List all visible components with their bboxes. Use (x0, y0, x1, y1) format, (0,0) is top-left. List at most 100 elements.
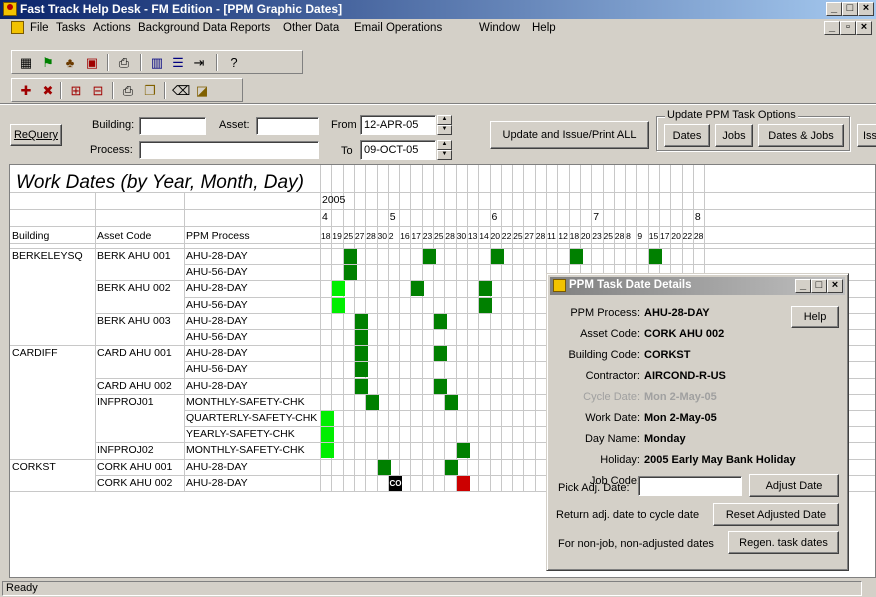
date-mark-lime[interactable] (321, 443, 334, 458)
date-mark-green[interactable] (355, 314, 368, 329)
menu-tasks[interactable]: Tasks (56, 22, 85, 34)
day-header: 28 (614, 231, 625, 241)
date-mark-green[interactable] (366, 395, 379, 410)
from-date-input[interactable]: 12-APR-05 (360, 115, 436, 135)
spin-down-icon[interactable]: ▼ (437, 125, 452, 135)
date-mark-green[interactable] (355, 346, 368, 361)
dialog-close-icon[interactable]: × (827, 279, 843, 293)
requery-button[interactable]: ReQuery (10, 124, 62, 146)
dialog-help-button[interactable]: Help (791, 306, 839, 328)
menu-background-data[interactable]: Background Data (138, 22, 227, 34)
minimize-icon[interactable]: _ (826, 2, 842, 16)
date-mark-green[interactable] (479, 281, 492, 296)
to-date-spinner[interactable]: ▲ ▼ (437, 140, 452, 160)
flag-icon[interactable]: ⚑ (40, 55, 56, 70)
holiday-value: 2005 Early May Bank Holiday (644, 454, 796, 466)
window-title: Fast Track Help Desk - FM Edition - [PPM… (20, 2, 343, 16)
day-header: 15 (648, 231, 659, 241)
doc-close-icon[interactable]: × (856, 21, 872, 35)
document-icon[interactable] (11, 21, 24, 34)
doc-restore-icon[interactable]: ▫ (840, 21, 856, 35)
paint-bucket-icon[interactable]: ◪ (194, 83, 210, 98)
pick-adj-date-input[interactable] (638, 476, 742, 496)
building-input[interactable] (139, 117, 206, 135)
columns-icon[interactable]: ▥ (149, 55, 165, 70)
date-mark-green[interactable] (423, 249, 436, 264)
jobs-button[interactable]: Jobs (715, 124, 753, 147)
date-mark-green[interactable] (378, 460, 391, 475)
date-mark-green[interactable] (344, 265, 357, 280)
spin-up-icon[interactable]: ▲ (437, 115, 452, 125)
regen-task-dates-button[interactable]: Regen. task dates (728, 531, 839, 554)
date-mark-green[interactable] (445, 460, 458, 475)
date-mark-green[interactable] (344, 249, 357, 264)
date-mark-green[interactable] (570, 249, 583, 264)
delete-record-icon[interactable]: ✖ (40, 83, 56, 98)
day-header: 2 (388, 231, 394, 241)
date-mark-green[interactable] (649, 249, 662, 264)
rows-icon[interactable]: ☰ (170, 55, 186, 70)
calendar-icon[interactable]: ▣ (84, 55, 100, 70)
date-mark-green[interactable] (457, 443, 470, 458)
spin-up-icon[interactable]: ▲ (437, 140, 452, 150)
date-mark-black[interactable]: CO (389, 476, 402, 491)
print-icon[interactable]: ⎙ (116, 55, 132, 70)
dialog-minimize-icon[interactable]: _ (795, 279, 811, 293)
date-mark-green[interactable] (445, 395, 458, 410)
menu-help[interactable]: Help (532, 22, 556, 34)
dates-button[interactable]: Dates (664, 124, 710, 147)
date-mark-green[interactable] (434, 314, 447, 329)
menu-window[interactable]: Window (479, 22, 520, 34)
dates-and-jobs-button[interactable]: Dates & Jobs (758, 124, 844, 147)
app-icon[interactable] (3, 2, 17, 16)
non-job-text: For non-job, non-adjusted dates (558, 538, 714, 550)
date-mark-green[interactable] (355, 379, 368, 394)
update-issue-print-all-button[interactable]: Update and Issue/Print ALL (490, 121, 649, 149)
exit-door-icon[interactable]: ⇥ (191, 55, 207, 70)
date-mark-green[interactable] (355, 362, 368, 377)
menu-reports[interactable]: Reports (230, 22, 270, 34)
print-preview-icon[interactable]: ⎙ (120, 83, 136, 98)
asset-input[interactable] (256, 117, 319, 135)
date-mark-green[interactable] (479, 298, 492, 313)
from-date-spinner[interactable]: ▲ ▼ (437, 115, 452, 135)
day-header: 20 (490, 231, 501, 241)
menu-other-data[interactable]: Other Data (283, 22, 339, 34)
issue-button[interactable]: Iss (857, 124, 876, 147)
restore-icon[interactable]: □ (842, 2, 858, 16)
dialog-maximize-icon[interactable]: □ (811, 279, 827, 293)
month-header: 6 (491, 211, 498, 223)
to-date-input[interactable]: 09-OCT-05 (360, 140, 436, 160)
adjust-date-button[interactable]: Adjust Date (749, 474, 839, 497)
reset-adjusted-date-button[interactable]: Reset Adjusted Date (713, 503, 839, 526)
menu-actions[interactable]: Actions (93, 22, 131, 34)
date-mark-lime[interactable] (321, 411, 334, 426)
date-mark-lime[interactable] (321, 427, 334, 442)
row-ppm-process: YEARLY-SAFETY-CHK (186, 428, 295, 441)
spin-down-icon[interactable]: ▼ (437, 150, 452, 160)
copy-icon[interactable]: ❐ (142, 83, 158, 98)
day-header: 11 (547, 231, 556, 241)
add-record-icon[interactable]: ✚ (18, 83, 34, 98)
money-bag-icon[interactable]: ♣ (62, 55, 78, 70)
date-mark-green[interactable] (491, 249, 504, 264)
help-question-icon[interactable]: ? (226, 55, 242, 70)
row-building: BERKELEYSQ (12, 250, 83, 262)
insert-row-icon[interactable]: ⊞ (68, 83, 84, 98)
date-mark-green[interactable] (434, 346, 447, 361)
close-icon[interactable]: × (858, 2, 874, 16)
date-mark-red[interactable] (457, 476, 470, 491)
menu-email-operations[interactable]: Email Operations (354, 22, 442, 34)
grid-icon[interactable]: ▦ (18, 55, 34, 70)
date-mark-lime[interactable] (332, 281, 345, 296)
menu-file[interactable]: File (30, 22, 49, 34)
date-mark-green[interactable] (411, 281, 424, 296)
delete-row-icon[interactable]: ⊟ (90, 83, 106, 98)
date-mark-green[interactable] (355, 330, 368, 345)
asset-code-value: CORK AHU 002 (644, 328, 725, 340)
date-mark-lime[interactable] (332, 298, 345, 313)
date-mark-green[interactable] (434, 379, 447, 394)
process-input[interactable] (139, 141, 319, 159)
eraser-icon[interactable]: ⌫ (172, 83, 190, 98)
doc-minimize-icon[interactable]: _ (824, 21, 840, 35)
